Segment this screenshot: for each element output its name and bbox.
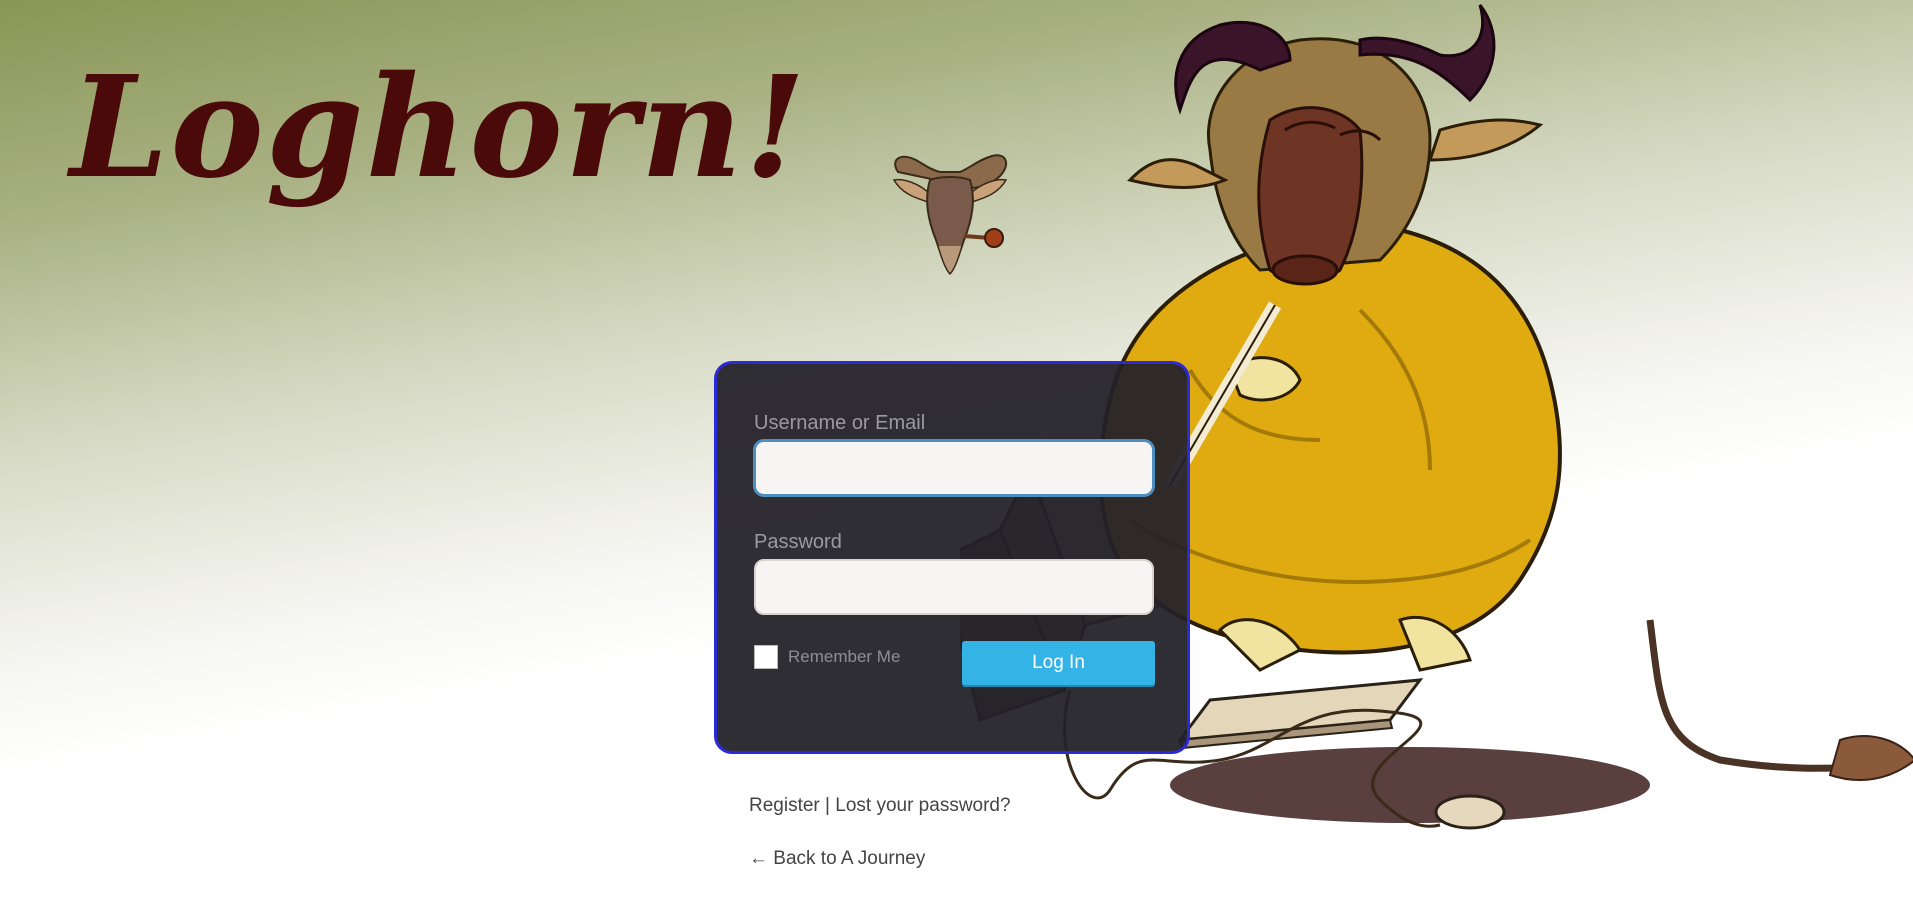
remember-me-checkbox[interactable] (754, 645, 778, 669)
nav-separator: | (825, 795, 830, 816)
username-label: Username or Email (754, 412, 926, 434)
back-to-site-link[interactable]: ← Back to A Journey (749, 848, 925, 869)
lost-password-link[interactable]: Lost your password? (835, 795, 1010, 816)
register-link[interactable]: Register (749, 795, 820, 816)
password-label: Password (754, 531, 842, 553)
back-nav: ← Back to A Journey (749, 848, 925, 870)
password-input[interactable] (754, 559, 1154, 615)
login-button[interactable]: Log In (962, 641, 1155, 685)
site-title: Loghorn! (70, 46, 808, 210)
username-input[interactable] (754, 440, 1154, 496)
nav-links: Register | Lost your password? (749, 795, 1011, 817)
login-form: Username or Email Password Remember Me L… (714, 361, 1190, 754)
remember-me-label[interactable]: Remember Me (788, 647, 900, 667)
